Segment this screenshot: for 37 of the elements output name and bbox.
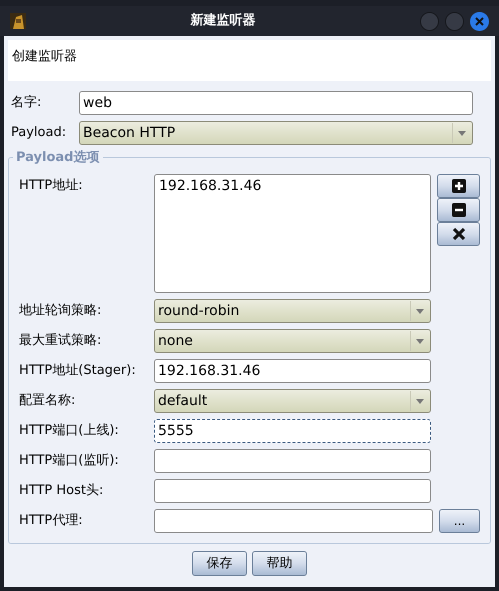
dialog-button[interactable]: 保存 xyxy=(192,551,247,576)
field-label: 最大重试策略: xyxy=(19,332,102,350)
text-field[interactable]: web xyxy=(79,91,473,115)
field-label: HTTP Host头: xyxy=(19,482,104,500)
dialog-button[interactable]: 帮助 xyxy=(252,551,307,576)
field-label: HTTP端口(监听): xyxy=(19,452,120,470)
field-label: Payload: xyxy=(11,124,68,142)
dropdown[interactable]: round-robin xyxy=(154,299,431,323)
dropdown[interactable]: none xyxy=(154,329,431,353)
text-field[interactable]: 192.168.31.46 xyxy=(154,359,431,383)
field-label: HTTP代理: xyxy=(19,512,84,530)
remove-button[interactable] xyxy=(437,198,480,222)
app-icon xyxy=(10,13,26,29)
field-label: 名字: xyxy=(11,94,42,112)
window-title: 新建监听器 xyxy=(190,12,256,30)
field-label: HTTP地址: xyxy=(19,177,84,195)
text-field[interactable] xyxy=(154,509,433,533)
add-button[interactable] xyxy=(437,174,480,198)
clear-button[interactable] xyxy=(437,222,480,246)
dropdown[interactable]: default xyxy=(154,389,431,413)
text-field[interactable]: 5555 xyxy=(154,419,431,443)
dropdown[interactable]: Beacon HTTP xyxy=(79,121,473,145)
plus-icon xyxy=(452,179,466,193)
close-button[interactable] xyxy=(470,12,489,30)
text-field[interactable] xyxy=(154,479,431,503)
close-icon xyxy=(475,16,484,26)
field-label: 地址轮询策略: xyxy=(19,302,102,320)
header-text: 创建监听器 xyxy=(12,49,77,64)
field-label: HTTP地址(Stager): xyxy=(19,362,137,380)
browse-button[interactable]: ... xyxy=(439,509,480,533)
field-label: 配置名称: xyxy=(19,392,76,410)
address-list[interactable]: 192.168.31.46 xyxy=(154,174,431,293)
list-item[interactable]: 192.168.31.46 xyxy=(159,176,426,197)
close-icon xyxy=(452,227,466,241)
minus-icon xyxy=(452,203,466,217)
field-label: HTTP端口(上线): xyxy=(19,422,120,440)
text-field[interactable] xyxy=(154,449,431,473)
